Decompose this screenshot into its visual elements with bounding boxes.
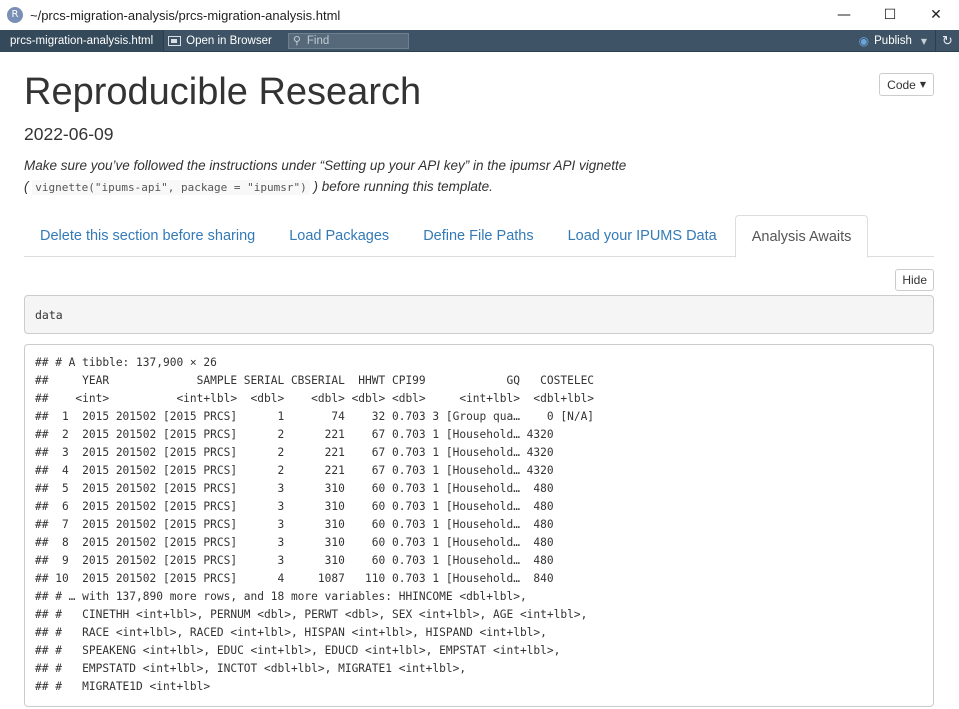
window-controls: — ☐ ✕ <box>821 0 959 30</box>
output-text: ## # A tibble: 137,900 × 26 ## YEAR SAMP… <box>35 354 923 696</box>
code-button-label: Code <box>887 77 916 92</box>
tab-load-packages[interactable]: Load Packages <box>273 215 405 257</box>
find-input[interactable] <box>306 34 397 47</box>
tab-define-file-paths[interactable]: Define File Paths <box>407 215 549 257</box>
note-text-start: Make sure you’ve followed the instructio… <box>24 158 627 173</box>
refresh-button[interactable]: ↻ <box>935 30 959 52</box>
code-button[interactable]: Code ▼ <box>879 73 934 96</box>
publish-button[interactable]: ◉ Publish ▼ <box>859 30 927 52</box>
output-line: ## # … with 137,890 more rows, and 18 mo… <box>35 590 527 603</box>
note-text-end: ) before running this template. <box>309 179 493 194</box>
close-button[interactable]: ✕ <box>913 0 959 30</box>
window-icon <box>168 35 182 46</box>
open-in-browser-button[interactable]: Open in Browser <box>164 35 272 47</box>
code-chunk: data <box>24 295 934 334</box>
hide-code-button[interactable]: Hide <box>895 269 934 291</box>
open-in-browser-label: Open in Browser <box>186 34 272 47</box>
chevron-down-icon: ▼ <box>919 80 926 89</box>
output-line: ## 3 2015 201502 [2015 PRCS] 2 221 67 0.… <box>35 446 554 459</box>
output-line: ## 4 2015 201502 [2015 PRCS] 2 221 67 0.… <box>35 464 554 477</box>
output-line: ## # A tibble: 137,900 × 26 <box>35 356 217 369</box>
file-tab[interactable]: prcs-migration-analysis.html <box>0 29 165 52</box>
maximize-button[interactable]: ☐ <box>867 0 913 30</box>
output-line: ## 9 2015 201502 [2015 PRCS] 3 310 60 0.… <box>35 554 554 567</box>
output-line: ## # MIGRATE1D <int+lbl> <box>35 680 211 693</box>
chevron-down-icon: ▼ <box>920 36 927 46</box>
note-code: vignette("ipums-api", package = "ipumsr"… <box>32 180 310 195</box>
section-tabs: Delete this section before sharing Load … <box>24 215 934 258</box>
output-line: ## <int> <int+lbl> <dbl> <dbl> <dbl> <db… <box>35 392 595 405</box>
api-key-note: Make sure you’ve followed the instructio… <box>24 155 904 198</box>
note-paren-open: ( <box>24 179 33 194</box>
document-date: 2022-06-09 <box>24 124 114 144</box>
output-line: ## # EMPSTATD <int+lbl>, INCTOT <dbl+lbl… <box>35 662 467 675</box>
output-line: ## 5 2015 201502 [2015 PRCS] 3 310 60 0.… <box>35 482 554 495</box>
output-line: ## 7 2015 201502 [2015 PRCS] 3 310 60 0.… <box>35 518 554 531</box>
search-icon: ⚲ <box>292 34 301 47</box>
output-line: ## 10 2015 201502 [2015 PRCS] 4 1087 110… <box>35 572 554 585</box>
output-line: ## 1 2015 201502 [2015 PRCS] 1 74 32 0.7… <box>35 410 595 423</box>
window-title-bar: R ~/prcs-migration-analysis/prcs-migrati… <box>0 0 959 30</box>
output-line: ## # SPEAKENG <int+lbl>, EDUC <int+lbl>,… <box>35 644 561 657</box>
find-box[interactable]: ⚲ <box>287 32 409 49</box>
publish-label: Publish <box>874 35 912 47</box>
tab-delete-section[interactable]: Delete this section before sharing <box>24 215 271 257</box>
viewer-toolbar: prcs-migration-analysis.html Open in Bro… <box>0 29 959 52</box>
refresh-icon: ↻ <box>942 33 953 49</box>
output-line: ## YEAR SAMPLE SERIAL CBSERIAL HHWT CPI9… <box>35 374 595 387</box>
tab-analysis-awaits[interactable]: Analysis Awaits <box>734 215 869 258</box>
output-line: ## # RACE <int+lbl>, RACED <int+lbl>, HI… <box>35 626 547 639</box>
output-line: ## 6 2015 201502 [2015 PRCS] 3 310 60 0.… <box>35 500 554 513</box>
tab-load-ipums-data[interactable]: Load your IPUMS Data <box>552 215 733 257</box>
window-title: ~/prcs-migration-analysis/prcs-migration… <box>30 7 341 23</box>
output-line: ## 2 2015 201502 [2015 PRCS] 2 221 67 0.… <box>35 428 554 441</box>
output-block: ## # A tibble: 137,900 × 26 ## YEAR SAMP… <box>24 344 934 707</box>
r-app-icon: R <box>7 7 23 23</box>
minimize-button[interactable]: — <box>821 0 867 30</box>
output-line: ## 8 2015 201502 [2015 PRCS] 3 310 60 0.… <box>35 536 554 549</box>
output-line: ## # CINETHH <int+lbl>, PERNUM <dbl>, PE… <box>35 608 588 621</box>
publish-icon: ◉ <box>858 34 870 48</box>
page-title: Reproducible Research <box>24 71 422 113</box>
